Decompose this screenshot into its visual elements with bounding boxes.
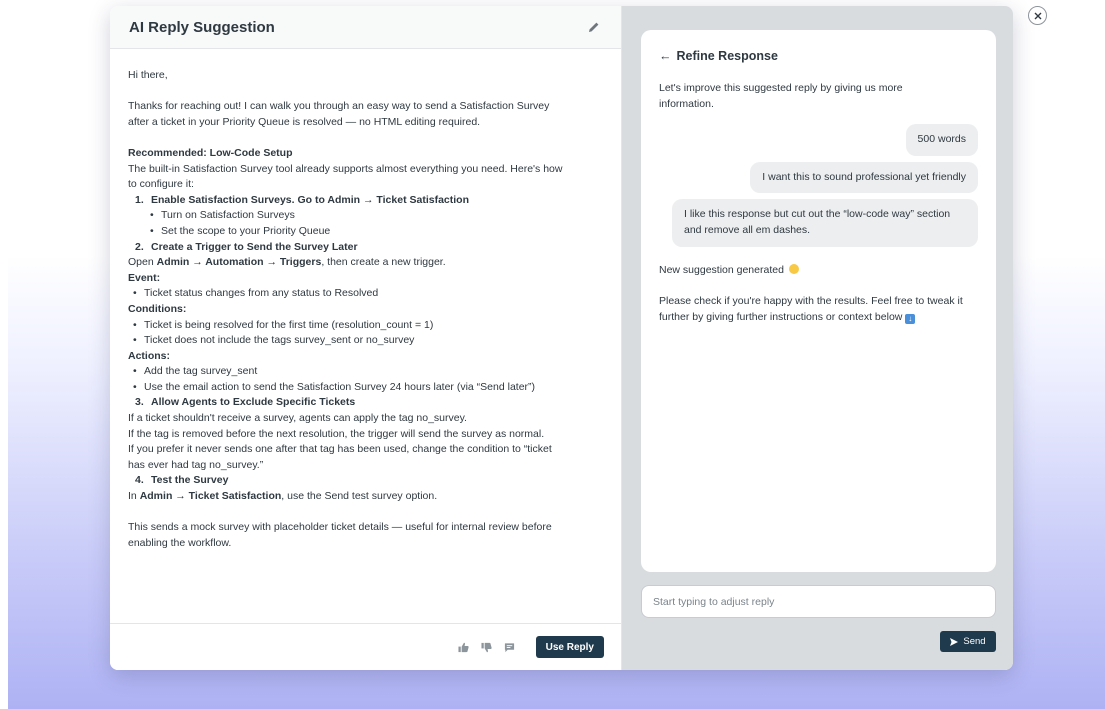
outro-line-1: This sends a mock survey with placeholde…: [128, 521, 552, 534]
step-4: 4. Test the Survey: [135, 474, 229, 487]
user-message: I like this response but cut out the “lo…: [672, 199, 978, 247]
step-3: 3. Allow Agents to Exclude Specific Ticke…: [135, 396, 356, 409]
refine-chat-card: ← Refine Response Let's improve this sug…: [641, 30, 996, 572]
step-3-line-3: If you prefer it never sends one after t…: [128, 443, 552, 456]
step-2: 2. Create a Trigger to Send the Survey La…: [135, 240, 358, 253]
send-button[interactable]: Send: [940, 631, 996, 652]
ai-reply-modal: AI Reply Suggestion Hi there, Thanks for…: [110, 6, 1013, 670]
step-1: 1. Enable Satisfaction Surveys. Go to Adm…: [135, 193, 469, 206]
suggestion-title: AI Reply Suggestion: [129, 18, 275, 36]
user-message: 500 words: [905, 124, 978, 156]
refine-panel: ← Refine Response Let's improve this sug…: [622, 6, 1013, 670]
close-icon: [1034, 12, 1041, 19]
send-arrow-icon: [950, 637, 959, 646]
arrow-left-icon[interactable]: ←: [659, 49, 672, 63]
intro-line-2: after a ticket in your Priority Queue is…: [128, 115, 481, 128]
suggestion-body[interactable]: Hi there, Thanks for reaching out! I can…: [110, 49, 621, 623]
action-bullet-2: • Use the email action to send the Satisf…: [133, 380, 536, 393]
step-3-line-4: has ever had tag no_survey.”: [128, 458, 264, 471]
event-label: Event:: [128, 271, 161, 284]
refine-title: Refine Response: [676, 49, 778, 63]
check-message: Please check if you're happy with the re…: [659, 295, 963, 324]
adjust-reply-input[interactable]: [641, 585, 996, 618]
intro-line-1: Thanks for reaching out! I can walk you …: [128, 100, 550, 113]
recommended-heading: Recommended: Low-Code Setup: [128, 146, 293, 159]
thumbs-down-icon[interactable]: [479, 639, 495, 655]
refine-header: ← Refine Response: [659, 49, 978, 63]
smile-emoji-icon: [788, 263, 799, 274]
step-2-open-line: Open Admin → Automation → Triggers, then…: [128, 256, 446, 269]
action-bullet-1: • Add the tag survey_sent: [133, 365, 258, 378]
down-arrow-emoji-icon: ↓: [905, 313, 916, 324]
step-3-line-2: If the tag is removed before the next re…: [128, 427, 545, 440]
recommended-line-2: to configure it:: [128, 178, 194, 191]
greeting-text: Hi there,: [128, 69, 168, 81]
generated-message: New suggestion generated: [659, 263, 978, 279]
outro-line-2: enabling the workflow.: [128, 536, 232, 549]
suggestion-panel: AI Reply Suggestion Hi there, Thanks for…: [110, 6, 622, 670]
recommended-line-1: The built-in Satisfaction Survey tool al…: [128, 162, 563, 175]
send-label: Send: [963, 636, 986, 647]
page-edge: [0, 0, 8, 709]
pencil-icon[interactable]: [587, 20, 601, 34]
condition-bullet-2: • Ticket does not include the tags survey…: [133, 334, 415, 347]
user-messages: 500 words I want this to sound professio…: [659, 124, 978, 247]
step-1-bullet-2: • Set the scope to your Priority Queue: [150, 224, 331, 237]
suggestion-header: AI Reply Suggestion: [110, 6, 621, 49]
event-bullet-1: • Ticket status changes from any status t…: [133, 287, 379, 300]
close-button[interactable]: [1028, 6, 1047, 25]
conditions-label: Conditions:: [128, 302, 187, 315]
suggestion-footer: Use Reply: [110, 623, 621, 670]
step-1-bullet-1: • Turn on Satisfaction Surveys: [150, 209, 295, 222]
actions-label: Actions:: [128, 349, 170, 362]
refine-intro: Let's improve this suggested reply by gi…: [659, 82, 903, 110]
thumbs-up-icon[interactable]: [456, 639, 472, 655]
step-3-line-1: If a ticket shouldn't receive a survey, …: [128, 412, 467, 425]
comment-icon[interactable]: [502, 639, 518, 655]
condition-bullet-1: • Ticket is being resolved for the first …: [133, 318, 434, 331]
use-reply-button[interactable]: Use Reply: [535, 636, 604, 658]
user-message: I want this to sound professional yet fr…: [750, 161, 978, 194]
step-4-line: In Admin → Ticket Satisfaction, use the …: [128, 490, 438, 503]
